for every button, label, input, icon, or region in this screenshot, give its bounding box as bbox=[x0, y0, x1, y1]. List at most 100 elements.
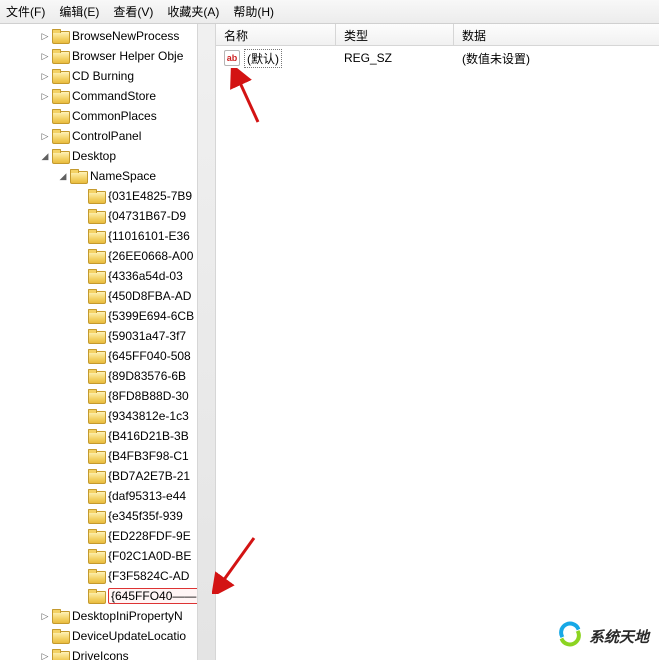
expander-icon bbox=[74, 269, 88, 283]
tree-node[interactable]: {F02C1A0D-BE bbox=[2, 546, 215, 566]
folder-icon bbox=[52, 149, 68, 163]
expander-icon bbox=[74, 549, 88, 563]
expander-icon bbox=[74, 369, 88, 383]
expander-icon bbox=[74, 209, 88, 223]
tree-node[interactable]: {4336a54d-03 bbox=[2, 266, 215, 286]
tree-node-label: Browser Helper Obje bbox=[72, 49, 183, 63]
tree-node[interactable]: ◢ NameSpace bbox=[2, 166, 215, 186]
expander-icon bbox=[74, 529, 88, 543]
expander-icon[interactable]: ▷ bbox=[38, 129, 52, 143]
tree-node[interactable]: ◢Desktop bbox=[2, 146, 215, 166]
expander-icon bbox=[74, 249, 88, 263]
column-name[interactable]: 名称 bbox=[216, 24, 336, 45]
tree-node-label: {F3F5824C-AD bbox=[108, 569, 189, 583]
registry-tree[interactable]: ▷BrowseNewProcess▷Browser Helper Obje▷CD… bbox=[0, 24, 215, 660]
tree-node-label: {031E4825-7B9 bbox=[108, 189, 192, 203]
folder-icon bbox=[52, 129, 68, 143]
folder-icon bbox=[52, 109, 68, 123]
folder-icon bbox=[88, 289, 104, 303]
menu-file[interactable]: 文件(F) bbox=[6, 3, 45, 20]
folder-icon bbox=[88, 429, 104, 443]
tree-node[interactable]: {450D8FBA-AD bbox=[2, 286, 215, 306]
tree-node[interactable]: {5399E694-6CB bbox=[2, 306, 215, 326]
tree-node-label: {59031a47-3f7 bbox=[108, 329, 186, 343]
tree-node[interactable]: ▷BrowseNewProcess bbox=[2, 26, 215, 46]
folder-icon bbox=[88, 469, 104, 483]
tree-node[interactable]: {8FD8B88D-30 bbox=[2, 386, 215, 406]
tree-node[interactable]: {645FF040-508 bbox=[2, 346, 215, 366]
folder-icon bbox=[88, 189, 104, 203]
tree-node-label: {daf95313-e44 bbox=[108, 489, 186, 503]
value-data: (数值未设置) bbox=[454, 50, 659, 67]
tree-node[interactable]: ▷ CD Burning bbox=[2, 66, 215, 86]
tree-node[interactable]: {B416D21B-3B bbox=[2, 426, 215, 446]
tree-node[interactable]: {59031a47-3f7 bbox=[2, 326, 215, 346]
tree-node[interactable]: {B4FB3F98-C1 bbox=[2, 446, 215, 466]
tree-node[interactable]: {daf95313-e44 bbox=[2, 486, 215, 506]
tree-node-label: {11016101-E36 bbox=[108, 229, 190, 243]
tree-node[interactable]: {89D83576-6B bbox=[2, 366, 215, 386]
watermark: 系统天地 bbox=[559, 624, 649, 648]
tree-node-label: {89D83576-6B bbox=[108, 369, 186, 383]
tree-node-label: {9343812e-1c3 bbox=[108, 409, 189, 423]
menu-view[interactable]: 查看(V) bbox=[113, 3, 153, 20]
expander-icon bbox=[74, 509, 88, 523]
tree-node[interactable]: {031E4825-7B9 bbox=[2, 186, 215, 206]
tree-node-label: {ED228FDF-9E bbox=[108, 529, 191, 543]
tree-node[interactable]: {04731B67-D9 bbox=[2, 206, 215, 226]
expander-icon bbox=[74, 469, 88, 483]
value-name: (默认) bbox=[244, 49, 282, 68]
tree-node[interactable]: ▷ DesktopIniPropertyN bbox=[2, 606, 215, 626]
annotation-arrow-icon bbox=[230, 68, 270, 128]
tree-node[interactable]: ▷DriveIcons bbox=[2, 646, 215, 660]
tree-node[interactable]: ▷ControlPanel bbox=[2, 126, 215, 146]
expander-icon bbox=[74, 349, 88, 363]
column-data[interactable]: 数据 bbox=[454, 24, 659, 45]
expander-icon[interactable]: ◢ bbox=[38, 149, 52, 163]
tree-node-label: {B4FB3F98-C1 bbox=[108, 449, 189, 463]
tree-node-label: CommandStore bbox=[72, 89, 156, 103]
tree-node[interactable]: {ED228FDF-9E bbox=[2, 526, 215, 546]
tree-node-label: {8FD8B88D-30 bbox=[108, 389, 189, 403]
folder-icon bbox=[52, 69, 68, 83]
expander-icon bbox=[74, 589, 88, 603]
tree-node[interactable]: {645FFO40—— bbox=[2, 586, 215, 606]
tree-node[interactable]: {9343812e-1c3 bbox=[2, 406, 215, 426]
tree-node[interactable]: ▷ CommandStore bbox=[2, 86, 215, 106]
tree-node[interactable]: ▷ Browser Helper Obje bbox=[2, 46, 215, 66]
expander-icon[interactable]: ▷ bbox=[38, 69, 52, 83]
expander-icon bbox=[74, 489, 88, 503]
tree-node[interactable]: {BD7A2E7B-21 bbox=[2, 466, 215, 486]
tree-node[interactable]: {F3F5824C-AD bbox=[2, 566, 215, 586]
tree-node-label: CD Burning bbox=[72, 69, 134, 83]
expander-icon[interactable]: ▷ bbox=[38, 649, 52, 660]
folder-icon bbox=[88, 589, 104, 603]
expander-icon[interactable]: ▷ bbox=[38, 29, 52, 43]
column-type[interactable]: 类型 bbox=[336, 24, 454, 45]
list-row[interactable]: ab (默认) REG_SZ (数值未设置) bbox=[216, 48, 659, 68]
tree-node[interactable]: DeviceUpdateLocatio bbox=[2, 626, 215, 646]
expander-icon bbox=[74, 329, 88, 343]
tree-node[interactable]: {e345f35f-939 bbox=[2, 506, 215, 526]
tree-node-label: {B416D21B-3B bbox=[108, 429, 189, 443]
folder-icon bbox=[88, 269, 104, 283]
menu-edit[interactable]: 编辑(E) bbox=[59, 3, 99, 20]
expander-icon[interactable]: ▷ bbox=[38, 49, 52, 63]
folder-icon bbox=[88, 309, 104, 323]
folder-icon bbox=[88, 349, 104, 363]
expander-icon[interactable]: ◢ bbox=[56, 169, 70, 183]
tree-node-label: DesktopIniPropertyN bbox=[72, 609, 183, 623]
tree-node-label: NameSpace bbox=[90, 169, 156, 183]
tree-node[interactable]: {11016101-E36 bbox=[2, 226, 215, 246]
menu-favorites[interactable]: 收藏夹(A) bbox=[167, 3, 219, 20]
tree-node-label: {450D8FBA-AD bbox=[108, 289, 191, 303]
annotation-arrow-icon bbox=[212, 534, 260, 594]
expander-icon[interactable]: ▷ bbox=[38, 89, 52, 103]
menu-help[interactable]: 帮助(H) bbox=[233, 3, 274, 20]
expander-icon[interactable]: ▷ bbox=[38, 609, 52, 623]
folder-icon bbox=[88, 249, 104, 263]
tree-node[interactable]: CommonPlaces bbox=[2, 106, 215, 126]
folder-icon bbox=[52, 629, 68, 643]
tree-node[interactable]: {26EE0668-A00 bbox=[2, 246, 215, 266]
folder-icon bbox=[88, 209, 104, 223]
